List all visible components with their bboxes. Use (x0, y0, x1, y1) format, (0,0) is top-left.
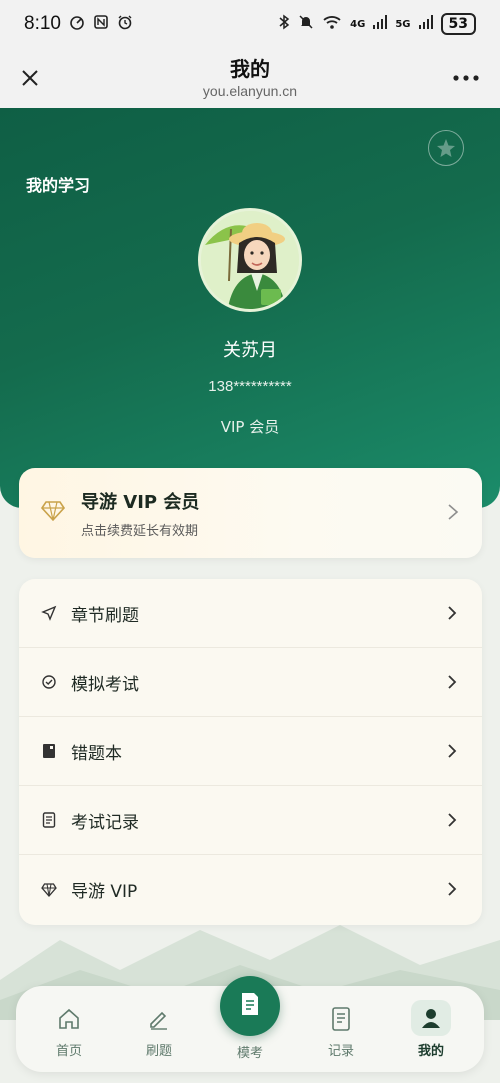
chevron-right-icon (446, 604, 458, 622)
battery-indicator: 53 (440, 13, 476, 35)
chevron-right-icon (446, 673, 458, 691)
nfc-icon (93, 14, 109, 35)
menu-item-mock-exam[interactable]: 模拟考试 (19, 648, 482, 717)
user-phone: 138********** (208, 378, 292, 395)
chevron-right-icon (446, 742, 458, 760)
tab-practice[interactable]: 刷题 (114, 986, 204, 1072)
user-name: 关苏月 (223, 340, 277, 361)
menu-item-label: 导游 VIP (71, 882, 138, 902)
nav-title-block: 我的 you.elanyun.cn (203, 56, 297, 100)
avatar[interactable] (198, 208, 302, 312)
vip-membership-card[interactable]: 导游 VIP 会员 点击续费延长有效期 (19, 468, 482, 558)
nav-bar: 我的 you.elanyun.cn (0, 48, 500, 108)
status-time: 8:10 (24, 13, 61, 34)
check-circle-icon (41, 674, 57, 690)
vip-subtitle: 点击续费延长有效期 (81, 524, 199, 539)
bluetooth-icon (278, 14, 290, 34)
chevron-right-icon (446, 880, 458, 898)
signal-5g-icon (418, 15, 433, 33)
notebook-icon (41, 743, 57, 759)
tab-home[interactable]: 首页 (24, 986, 114, 1072)
speed-icon (69, 14, 85, 35)
menu-item-chapter-practice[interactable]: 章节刷题 (19, 579, 482, 648)
mute-icon (298, 14, 314, 34)
status-bar: 8:10 4G 5G 53 (0, 0, 500, 48)
send-icon (41, 605, 57, 621)
diamond-icon (41, 882, 57, 898)
feature-menu: 章节刷题 模拟考试 错题本 考试记录 导游 VIP (19, 579, 482, 925)
tab-label: 首页 (55, 1044, 82, 1059)
list-icon (328, 1006, 354, 1032)
tab-records[interactable]: 记录 (296, 986, 386, 1072)
menu-item-guide-vip[interactable]: 导游 VIP (19, 855, 482, 924)
signal-4g-label: 4G (350, 18, 366, 30)
wifi-icon (322, 14, 342, 34)
chevron-right-icon (446, 811, 458, 829)
signal-4g-icon (373, 15, 388, 33)
star-badge-icon (428, 130, 464, 166)
section-heading: 我的学习 (26, 176, 91, 195)
more-icon[interactable] (446, 62, 486, 94)
tab-label: 刷题 (145, 1044, 172, 1059)
menu-item-label: 章节刷题 (71, 605, 139, 626)
profile-hero: 我的学习 关苏月 138********** VIP 会员 (0, 108, 500, 508)
alarm-icon (117, 14, 133, 35)
tab-label: 模考 (236, 1046, 263, 1061)
page-title: 我的 (230, 57, 270, 81)
tab-mock-exam[interactable]: 模考 (205, 986, 295, 1072)
diamond-icon (40, 500, 66, 522)
menu-item-wrong-notebook[interactable]: 错题本 (19, 717, 482, 786)
chevron-right-icon (446, 502, 460, 522)
close-icon[interactable] (14, 62, 46, 94)
menu-item-label: 错题本 (71, 743, 122, 764)
vip-title: 导游 VIP 会员 (81, 492, 200, 513)
menu-item-exam-records[interactable]: 考试记录 (19, 786, 482, 855)
tab-mine[interactable]: 我的 (386, 986, 476, 1072)
menu-item-label: 考试记录 (71, 812, 139, 833)
person-icon (411, 1000, 451, 1036)
bottom-tab-bar: 首页 刷题 模考 记录 我的 (16, 976, 484, 1072)
tab-label: 我的 (417, 1044, 444, 1059)
tab-label: 记录 (327, 1044, 354, 1059)
pencil-icon (146, 1006, 172, 1032)
document-icon (41, 812, 57, 828)
page-url: you.elanyun.cn (202, 83, 298, 99)
menu-item-label: 模拟考试 (71, 674, 139, 695)
home-icon (56, 1006, 82, 1032)
signal-5g-label: 5G (395, 18, 411, 30)
membership-level: VIP 会员 (220, 418, 280, 436)
